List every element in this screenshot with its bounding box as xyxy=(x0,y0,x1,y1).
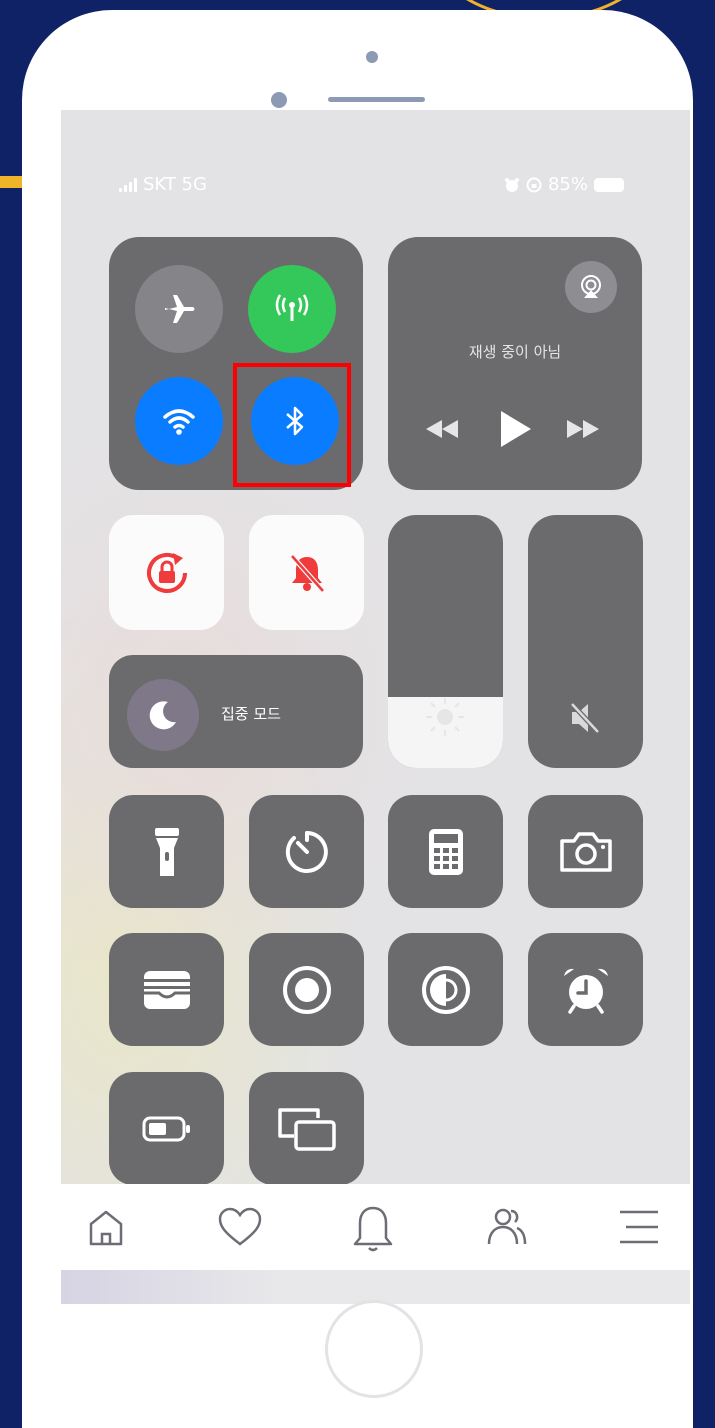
rewind-icon xyxy=(426,420,458,438)
sun-icon xyxy=(426,698,464,736)
orientation-lock-icon xyxy=(146,552,187,593)
bottom-nav xyxy=(61,1184,690,1270)
airplane-mode-toggle[interactable] xyxy=(135,265,223,353)
focus-mode-label: 집중 모드 xyxy=(221,705,281,723)
focus-mode-button[interactable]: 집중 모드 xyxy=(109,655,363,768)
nav-people-icon[interactable] xyxy=(484,1204,530,1250)
status-right: 85% xyxy=(504,174,624,195)
people-icon xyxy=(487,1208,527,1245)
heart-icon xyxy=(218,1207,262,1246)
play-icon xyxy=(501,411,531,447)
cellular-data-toggle[interactable] xyxy=(248,265,336,353)
screen-mirroring-icon xyxy=(277,1107,336,1151)
airplane-icon xyxy=(165,295,195,323)
nav-bell-icon[interactable] xyxy=(350,1204,396,1252)
battery-low-icon xyxy=(142,1116,190,1141)
screen-record-button[interactable] xyxy=(249,933,364,1046)
moon-icon xyxy=(149,701,176,730)
nav-menu-icon[interactable] xyxy=(616,1204,662,1250)
alarm-status-icon xyxy=(504,177,519,192)
camera-icon xyxy=(559,831,612,872)
moon-icon-circle xyxy=(127,679,199,751)
calculator-icon xyxy=(428,828,463,875)
fast-forward-icon xyxy=(567,420,599,438)
bell-slash-icon xyxy=(289,553,325,593)
dark-mode-button[interactable] xyxy=(388,933,503,1046)
nav-home-icon[interactable] xyxy=(83,1204,129,1250)
battery-percent: 85% xyxy=(547,174,588,195)
airplay-icon xyxy=(581,275,601,298)
low-power-mode-button[interactable] xyxy=(109,1072,224,1184)
fast-forward-button[interactable] xyxy=(561,412,605,446)
media-module: 재생 중이 아님 xyxy=(388,237,642,490)
flashlight-icon xyxy=(154,827,179,876)
control-center: SKT 5G 85% 재생 중이 아님 집중 모드 xyxy=(61,110,690,1184)
brightness-slider[interactable] xyxy=(388,515,503,768)
timer-icon xyxy=(285,830,328,873)
phone-speaker xyxy=(328,97,425,102)
phone-camera xyxy=(271,92,287,108)
bluetooth-highlight-box xyxy=(233,363,351,487)
home-button[interactable] xyxy=(325,1300,423,1398)
play-button[interactable] xyxy=(493,405,537,453)
nav-heart-icon[interactable] xyxy=(216,1204,262,1250)
wallet-button[interactable] xyxy=(109,933,224,1046)
connectivity-module xyxy=(109,237,363,490)
alarm-clock-icon xyxy=(563,968,608,1014)
rewind-button[interactable] xyxy=(420,412,464,446)
alarm-button[interactable] xyxy=(528,933,643,1046)
calculator-button[interactable] xyxy=(388,795,503,908)
bell-icon xyxy=(353,1206,393,1252)
signal-icon xyxy=(119,177,137,192)
flashlight-button[interactable] xyxy=(109,795,224,908)
wallet-icon xyxy=(143,970,190,1009)
menu-icon xyxy=(620,1210,658,1244)
phone-sensor xyxy=(366,51,378,63)
home-icon xyxy=(89,1210,123,1246)
camera-button[interactable] xyxy=(528,795,643,908)
screen-mirroring-button[interactable] xyxy=(249,1072,364,1184)
wifi-toggle[interactable] xyxy=(135,377,223,465)
orientation-lock-status-icon xyxy=(526,177,542,192)
volume-slider[interactable] xyxy=(528,515,643,768)
wifi-icon xyxy=(163,409,195,435)
record-icon xyxy=(282,965,331,1014)
airplay-button[interactable] xyxy=(565,261,617,313)
bottom-strip xyxy=(61,1270,690,1304)
speaker-muted-icon xyxy=(570,702,600,734)
battery-icon xyxy=(594,177,624,192)
carrier-label: SKT 5G xyxy=(143,174,207,195)
silent-mode-toggle[interactable] xyxy=(249,515,364,630)
timer-button[interactable] xyxy=(249,795,364,908)
now-playing-label: 재생 중이 아님 xyxy=(468,343,562,361)
orientation-lock-toggle[interactable] xyxy=(109,515,224,630)
contrast-icon xyxy=(421,965,470,1014)
status-left: SKT 5G xyxy=(119,174,207,195)
antenna-icon xyxy=(275,294,309,321)
